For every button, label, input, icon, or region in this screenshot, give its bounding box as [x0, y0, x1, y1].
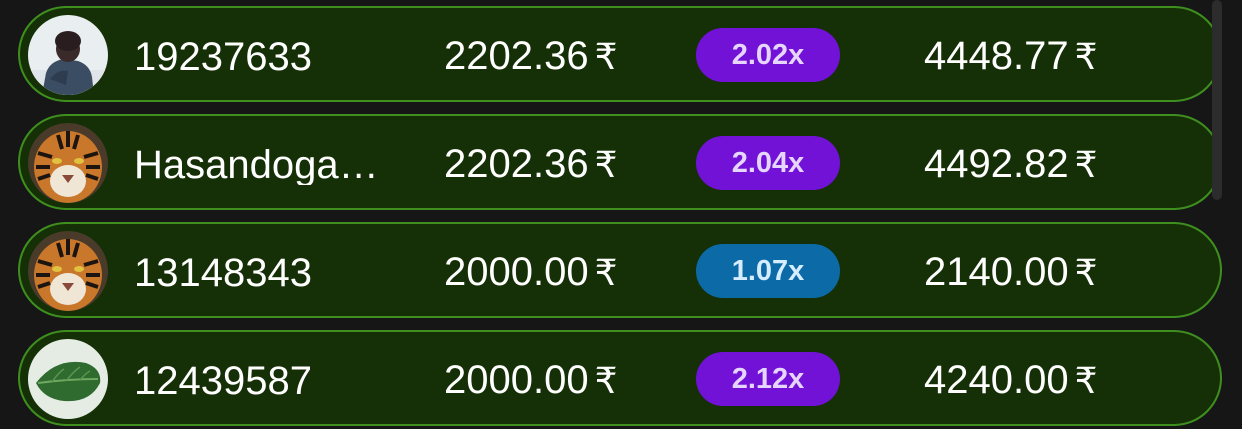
bet-row: 12439587 2000.00 ₹ 2.12x 4240.00 ₹ — [18, 330, 1222, 426]
win-amount: 4240.00 ₹ — [924, 360, 1098, 401]
bet-value: 2000.00 — [444, 358, 589, 402]
win-value: 4448.77 — [924, 34, 1069, 78]
username: 12439587 — [134, 361, 312, 401]
rupee-icon: ₹ — [1074, 252, 1098, 293]
rupee-icon: ₹ — [1074, 36, 1098, 77]
bet-amount: 2000.00 ₹ — [444, 252, 618, 293]
bets-list: 19237633 2202.36 ₹ 2.02x 4448.77 ₹ Hasando… — [0, 0, 1242, 429]
rupee-icon: ₹ — [594, 360, 618, 401]
win-value: 4492.82 — [924, 142, 1069, 186]
win-amount: 4448.77 ₹ — [924, 36, 1098, 77]
multiplier-badge: 2.04x — [696, 136, 840, 190]
rupee-icon: ₹ — [594, 144, 618, 185]
win-value: 2140.00 — [924, 250, 1069, 294]
tiger-avatar-icon — [28, 123, 108, 203]
win-value: 4240.00 — [924, 358, 1069, 402]
win-amount: 2140.00 ₹ — [924, 252, 1098, 293]
multiplier-badge: 1.07x — [696, 244, 840, 298]
scrollbar[interactable] — [1212, 0, 1222, 200]
username: Hasandoga… — [134, 145, 379, 185]
person-photo-avatar-icon — [28, 15, 108, 95]
rupee-icon: ₹ — [1074, 144, 1098, 185]
bet-row: 13148343 2000.00 ₹ 1.07x 2140.00 ₹ — [18, 222, 1222, 318]
multiplier-badge: 2.02x — [696, 28, 840, 82]
rupee-icon: ₹ — [594, 252, 618, 293]
bet-row: 19237633 2202.36 ₹ 2.02x 4448.77 ₹ — [18, 6, 1222, 102]
tiger-avatar-icon — [28, 231, 108, 311]
bet-row: Hasandoga… 2202.36 ₹ 2.04x 4492.82 ₹ — [18, 114, 1222, 210]
bet-amount: 2202.36 ₹ — [444, 36, 618, 77]
multiplier-badge: 2.12x — [696, 352, 840, 406]
rupee-icon: ₹ — [1074, 360, 1098, 401]
rupee-icon: ₹ — [594, 36, 618, 77]
bet-value: 2202.36 — [444, 34, 589, 78]
bet-value: 2000.00 — [444, 250, 589, 294]
username: 19237633 — [134, 37, 312, 77]
bet-value: 2202.36 — [444, 142, 589, 186]
username: 13148343 — [134, 253, 312, 293]
bet-amount: 2202.36 ₹ — [444, 144, 618, 185]
win-amount: 4492.82 ₹ — [924, 144, 1098, 185]
leaf-avatar-icon — [28, 339, 108, 419]
bet-amount: 2000.00 ₹ — [444, 360, 618, 401]
